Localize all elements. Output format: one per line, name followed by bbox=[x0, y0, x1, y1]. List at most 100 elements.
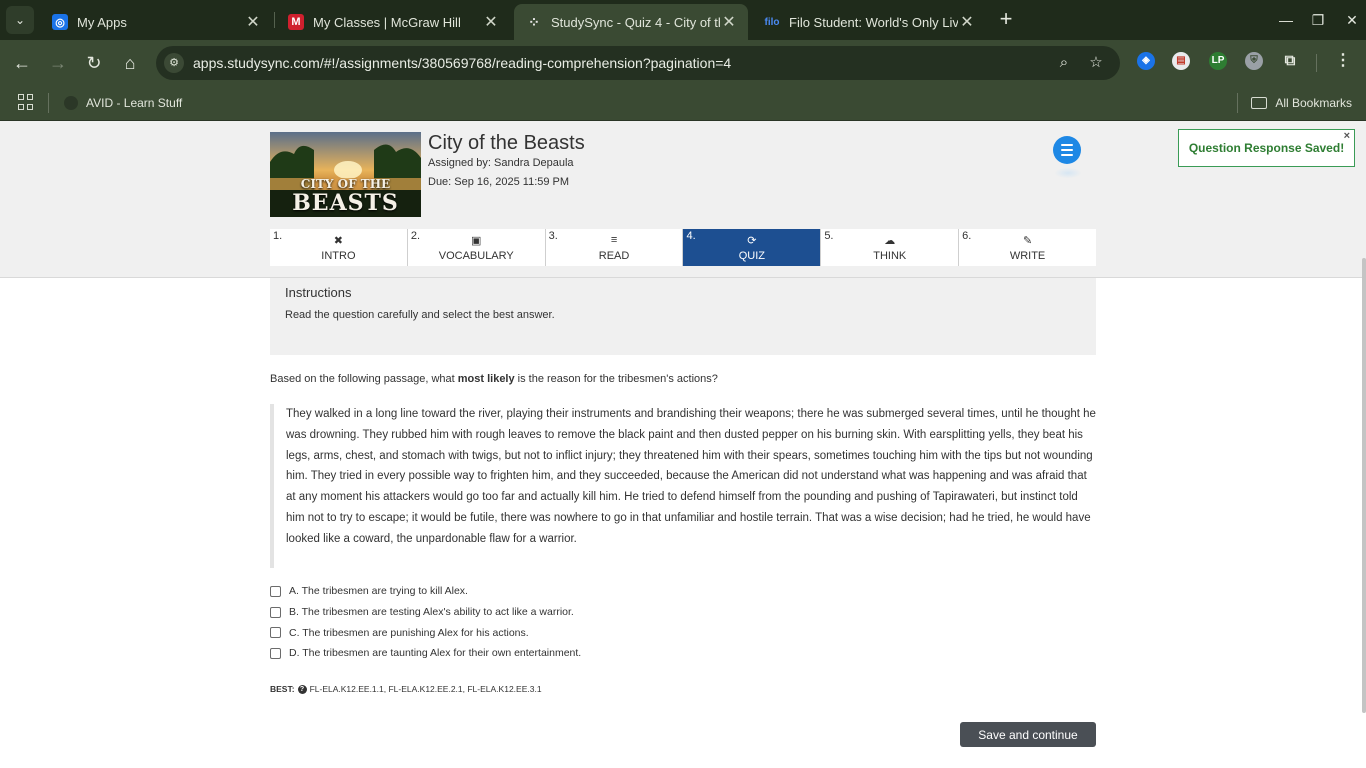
home-icon[interactable]: ⌂ bbox=[118, 51, 142, 75]
lp-extension-icon[interactable]: LP bbox=[1209, 52, 1227, 70]
page-scrollbar[interactable] bbox=[1362, 258, 1366, 713]
step-intro[interactable]: 1. ✖ INTRO bbox=[270, 229, 408, 266]
read-icon: ≡ bbox=[610, 234, 618, 246]
tab-separator bbox=[274, 12, 275, 28]
assignment-header: CITY OF THE BEASTS City of the Beasts As… bbox=[0, 121, 1366, 278]
instructions-text: Read the question carefully and select t… bbox=[285, 309, 555, 321]
menu-button-shadow bbox=[1055, 168, 1081, 178]
choice-b-checkbox[interactable] bbox=[270, 606, 281, 618]
question-emphasis: most likely bbox=[457, 373, 515, 385]
step-label: VOCABULARY bbox=[438, 250, 514, 262]
step-label: THINK bbox=[873, 250, 907, 262]
step-label: WRITE bbox=[1009, 250, 1046, 262]
browser-tab-strip: ⌄ ◎ My Apps ✕ M My Classes | McGraw Hill… bbox=[0, 0, 1366, 40]
choice-a[interactable]: A. The tribesmen are trying to kill Alex… bbox=[270, 581, 581, 602]
extensions-puzzle-icon[interactable]: ⧉ bbox=[1281, 52, 1299, 70]
answer-choices: A. The tribesmen are trying to kill Alex… bbox=[270, 581, 581, 664]
choice-c-label[interactable]: C. The tribesmen are punishing Alex for … bbox=[289, 627, 529, 639]
shield-extension-icon[interactable]: ◈ bbox=[1137, 52, 1155, 70]
menu-hamburger-icon[interactable] bbox=[1053, 136, 1081, 164]
saved-notification-text: Question Response Saved! bbox=[1188, 141, 1345, 155]
address-bar[interactable]: ⚙ apps.studysync.com/#!/assignments/3805… bbox=[156, 46, 1120, 80]
site-info-icon[interactable]: ⚙ bbox=[164, 53, 184, 73]
standards-label: BEST: bbox=[270, 684, 295, 694]
question-text-start: Based on the following passage, what bbox=[270, 373, 458, 385]
bookmark-favicon-icon bbox=[64, 96, 78, 110]
all-bookmarks-label: All Bookmarks bbox=[1275, 96, 1352, 110]
filo-favicon-icon: filo bbox=[764, 16, 780, 28]
choice-d-checkbox[interactable] bbox=[270, 647, 281, 659]
minimize-window-icon[interactable]: — bbox=[1274, 8, 1298, 32]
tab-my-apps[interactable]: ◎ My Apps ✕ bbox=[40, 4, 272, 40]
book-cover-image: CITY OF THE BEASTS bbox=[270, 132, 421, 217]
more-menu-icon[interactable]: ⋮ bbox=[1334, 52, 1352, 70]
privacy-shield-extension-icon[interactable]: ⛨ bbox=[1245, 52, 1263, 70]
bookmark-label: AVID - Learn Stuff bbox=[86, 96, 183, 110]
bookmark-star-icon[interactable]: ☆ bbox=[1086, 53, 1106, 73]
standards-codes: FL-ELA.K12.EE.1.1, FL-ELA.K12.EE.2.1, FL… bbox=[309, 684, 542, 694]
tab-mcgraw-hill[interactable]: M My Classes | McGraw Hill ✕ bbox=[276, 4, 510, 40]
mcgraw-hill-favicon-icon: M bbox=[288, 14, 304, 30]
save-and-continue-button[interactable]: Save and continue bbox=[960, 722, 1096, 747]
close-tab-icon[interactable]: ✕ bbox=[720, 12, 738, 32]
step-label: READ bbox=[598, 250, 630, 262]
step-label: QUIZ bbox=[738, 250, 766, 262]
close-notification-icon[interactable]: × bbox=[1344, 130, 1350, 142]
choice-c-checkbox[interactable] bbox=[270, 627, 281, 639]
folder-icon bbox=[1251, 97, 1268, 109]
studysync-favicon-icon: ⁘ bbox=[528, 13, 540, 30]
all-bookmarks[interactable]: All Bookmarks bbox=[1251, 93, 1352, 113]
close-window-icon[interactable]: ✕ bbox=[1340, 8, 1364, 32]
step-quiz[interactable]: 4. ⟳ QUIZ bbox=[683, 229, 822, 266]
think-icon: ☁ bbox=[884, 235, 896, 247]
bookmark-avid[interactable]: AVID - Learn Stuff bbox=[64, 93, 182, 113]
choice-c[interactable]: C. The tribesmen are punishing Alex for … bbox=[270, 622, 581, 643]
tab-title: My Apps bbox=[77, 14, 127, 30]
step-label: INTRO bbox=[321, 250, 356, 262]
apps-grid-icon[interactable] bbox=[18, 94, 34, 110]
step-read[interactable]: 3. ≡ READ bbox=[545, 229, 684, 266]
question-prompt: Based on the following passage, what mos… bbox=[270, 373, 718, 385]
instructions-panel: Instructions Read the question carefully… bbox=[270, 278, 1096, 355]
choice-b-label[interactable]: B. The tribesmen are testing Alex's abil… bbox=[289, 606, 574, 618]
cover-title-line1: CITY OF THE bbox=[300, 177, 391, 191]
step-vocabulary[interactable]: 2. ▣ VOCABULARY bbox=[407, 229, 546, 266]
forward-arrow-icon[interactable]: → bbox=[46, 51, 70, 75]
close-tab-icon[interactable]: ✕ bbox=[958, 12, 976, 32]
choice-d[interactable]: D. The tribesmen are taunting Alex for t… bbox=[270, 643, 581, 664]
bookmarks-bar: AVID - Learn Stuff All Bookmarks bbox=[0, 86, 1366, 121]
bookmark-separator bbox=[1237, 93, 1238, 113]
close-tab-icon[interactable]: ✕ bbox=[482, 12, 500, 32]
tab-title: Filo Student: World's Only Live I bbox=[789, 14, 958, 30]
cover-title-line2: BEASTS bbox=[292, 190, 399, 216]
question-text-end: is the reason for the tribesmen's action… bbox=[514, 373, 718, 385]
my-apps-favicon-icon: ◎ bbox=[52, 14, 68, 30]
close-tab-icon[interactable]: ✕ bbox=[244, 12, 262, 32]
choice-a-checkbox[interactable] bbox=[270, 585, 281, 597]
intro-icon: ✖ bbox=[333, 235, 344, 247]
restore-window-icon[interactable]: ❐ bbox=[1306, 8, 1330, 32]
tab-title: StudySync - Quiz 4 - City of the bbox=[551, 14, 720, 30]
back-arrow-icon[interactable]: ← bbox=[10, 51, 34, 75]
assignment-title: City of the Beasts bbox=[428, 132, 585, 154]
tab-studysync-quiz[interactable]: ⁘ StudySync - Quiz 4 - City of the ✕ bbox=[514, 4, 748, 40]
browser-toolbar: ← → ↻ ⌂ ⚙ apps.studysync.com/#!/assignme… bbox=[0, 40, 1366, 86]
step-write[interactable]: 6. ✎ WRITE bbox=[959, 229, 1096, 266]
studysync-page: CITY OF THE BEASTS City of the Beasts As… bbox=[0, 121, 1366, 768]
new-tab-plus-icon[interactable]: + bbox=[994, 8, 1018, 32]
url-text[interactable]: apps.studysync.com/#!/assignments/380569… bbox=[193, 55, 731, 71]
choice-d-label[interactable]: D. The tribesmen are taunting Alex for t… bbox=[289, 647, 581, 659]
tab-filo-student[interactable]: filo Filo Student: World's Only Live I ✕ bbox=[752, 4, 986, 40]
reload-icon[interactable]: ↻ bbox=[82, 51, 106, 75]
vocabulary-icon: ▣ bbox=[471, 235, 482, 247]
assigned-by: Assigned by: Sandra Depaula bbox=[428, 157, 574, 169]
tab-search-chevron-icon[interactable]: ⌄ bbox=[6, 6, 34, 34]
quiz-icon: ⟳ bbox=[747, 235, 757, 247]
help-question-icon[interactable]: ? bbox=[297, 684, 307, 694]
choice-a-label[interactable]: A. The tribesmen are trying to kill Alex… bbox=[289, 585, 468, 597]
choice-b[interactable]: B. The tribesmen are testing Alex's abil… bbox=[270, 602, 581, 623]
step-think[interactable]: 5. ☁ THINK bbox=[821, 229, 960, 266]
printer-extension-icon[interactable]: ▤ bbox=[1172, 52, 1190, 70]
due-date: Due: Sep 16, 2025 11:59 PM bbox=[428, 176, 570, 188]
zoom-magnifier-icon[interactable]: ⌕ bbox=[1054, 53, 1074, 73]
